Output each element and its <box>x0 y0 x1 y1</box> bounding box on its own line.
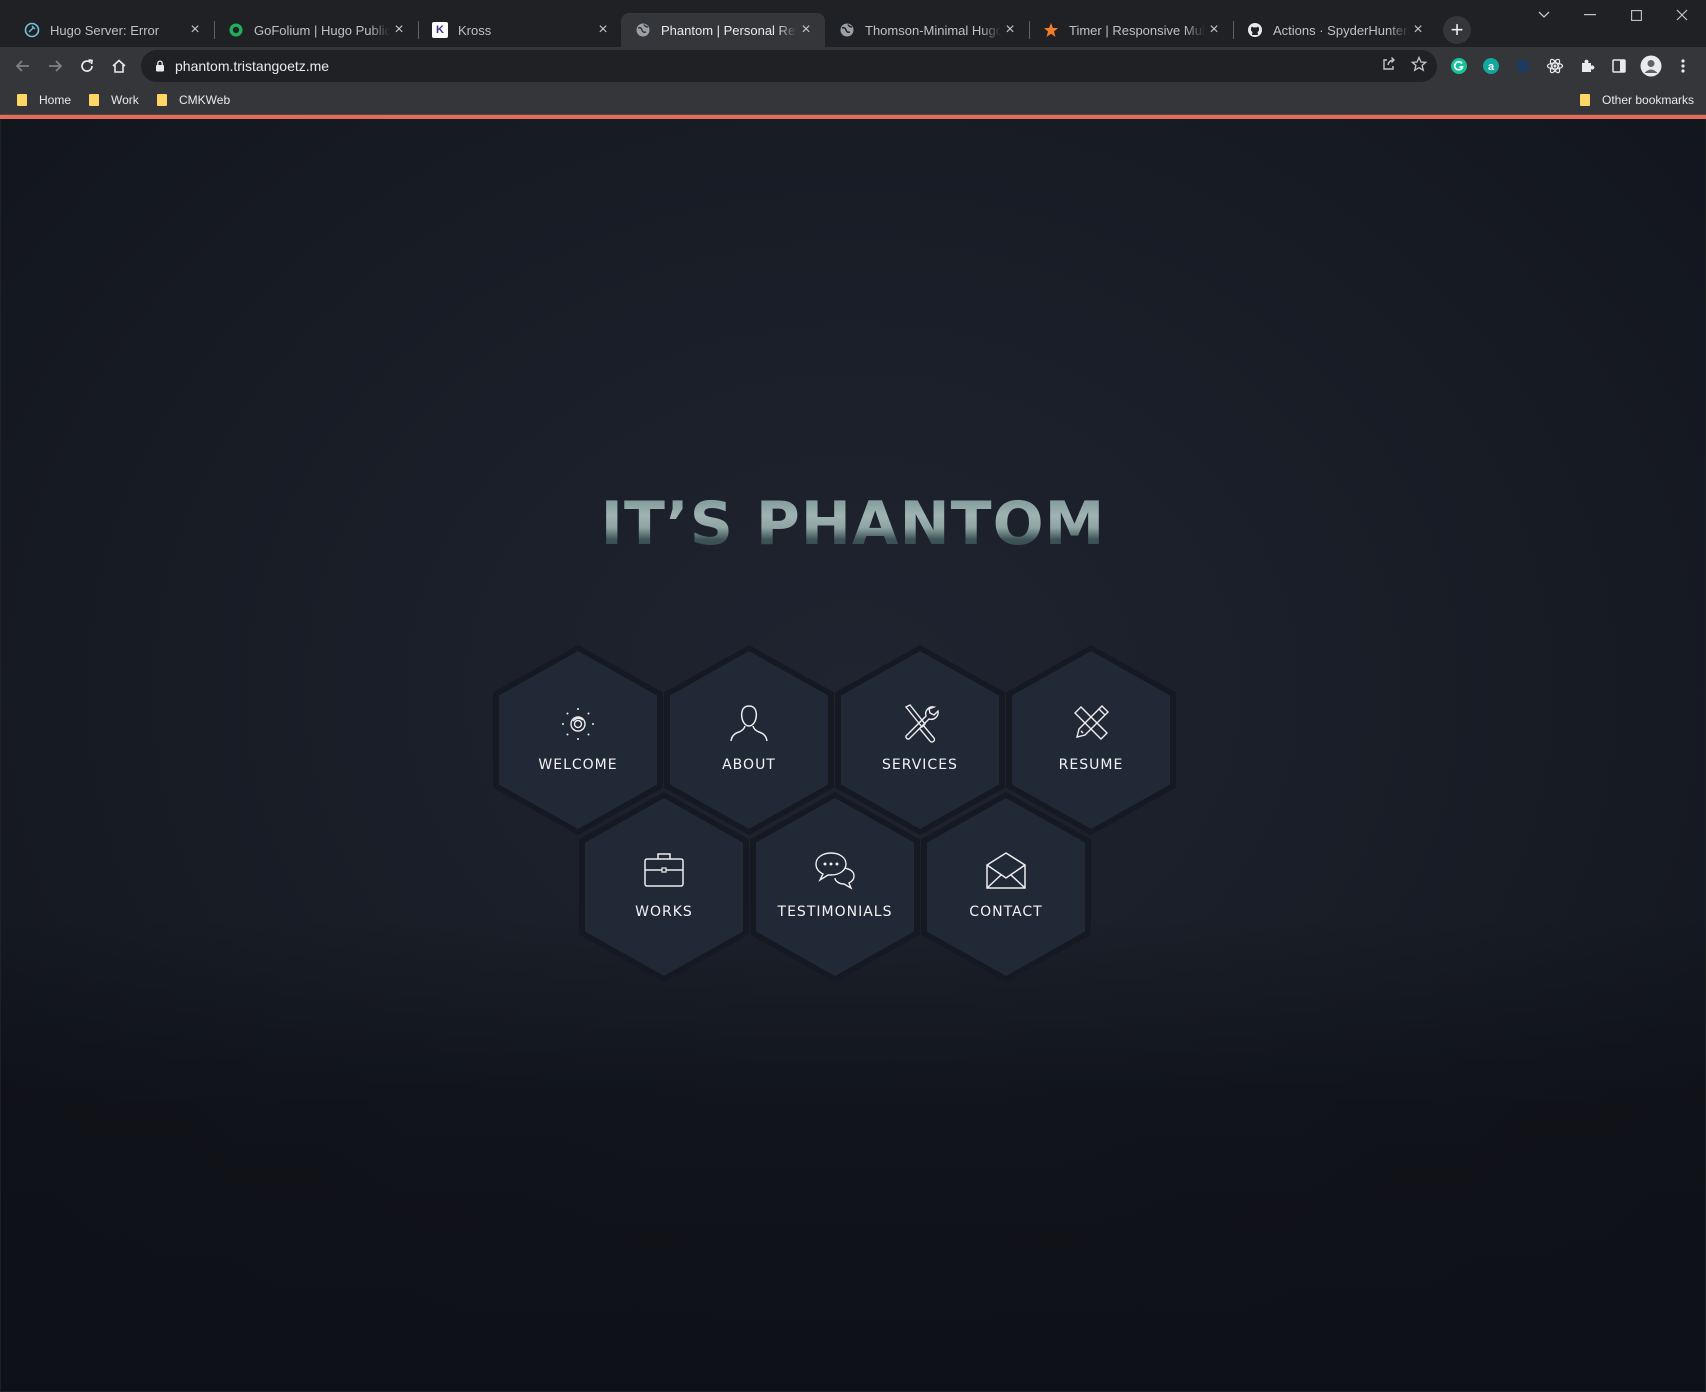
close-icon[interactable]: × <box>390 21 408 39</box>
nav-welcome[interactable]: WELCOME <box>493 645 663 835</box>
folder-icon <box>17 93 29 107</box>
bookmark-label: Work <box>111 93 139 107</box>
side-panel-icon[interactable] <box>1608 55 1630 77</box>
tab-hugo-server[interactable]: Hugo Server: Error × <box>10 13 214 47</box>
kross-k-icon: K <box>432 22 448 38</box>
amazon-assistant-icon[interactable]: a <box>1480 55 1502 77</box>
react-devtools-icon[interactable] <box>1544 55 1566 77</box>
folder-icon <box>157 93 169 107</box>
bookmark-label: CMKWeb <box>179 93 231 107</box>
url-text: phantom.tristangoetz.me <box>175 58 330 74</box>
folder-icon <box>89 93 101 107</box>
chat-bubbles-icon <box>815 852 855 890</box>
bookmarks-bar: Home Work CMKWeb Other bookmarks <box>0 85 1706 115</box>
grammarly-icon[interactable] <box>1448 55 1470 77</box>
extension-icon[interactable] <box>1512 55 1534 77</box>
svg-text:a: a <box>1488 61 1495 73</box>
forward-arrow-icon <box>49 60 63 72</box>
lock-icon <box>155 60 165 72</box>
chrome-menu-icon[interactable] <box>1672 55 1694 77</box>
tools-icon <box>904 704 939 743</box>
extensions-puzzle-icon[interactable] <box>1576 55 1598 77</box>
tab-github-actions[interactable]: Actions · SpyderHunter03/ × <box>1233 13 1437 47</box>
bookmark-home[interactable]: Home <box>17 91 71 109</box>
close-icon[interactable]: × <box>186 21 204 39</box>
nav-label: CONTACT <box>969 904 1043 920</box>
bookmark-cmkweb[interactable]: CMKWeb <box>157 91 230 109</box>
home-icon <box>112 59 126 73</box>
tab-title: Thomson-Minimal Hugo Portfolio <box>865 22 1001 38</box>
bookmark-label: Home <box>39 93 72 107</box>
nav-label: RESUME <box>1058 757 1124 773</box>
folder-icon <box>1580 93 1592 107</box>
reload-button[interactable] <box>72 51 102 81</box>
sun-eye-icon <box>562 708 594 740</box>
tab-title: GoFolium | Hugo Publication <box>254 22 390 38</box>
tab-search-icon[interactable] <box>1521 0 1567 30</box>
minimize-icon[interactable] <box>1567 0 1613 30</box>
globe-icon <box>839 22 855 38</box>
tab-strip: Hugo Server: Error × GoFolium | Hugo Pub… <box>0 0 1706 47</box>
share-icon[interactable] <box>1381 56 1397 77</box>
star-icon <box>1043 22 1059 38</box>
briefcase-icon <box>644 853 684 887</box>
close-window-icon[interactable] <box>1659 0 1705 30</box>
back-arrow-icon <box>15 60 29 72</box>
forward-button[interactable] <box>40 51 70 81</box>
envelope-icon <box>986 852 1026 889</box>
green-circle-icon <box>228 22 244 38</box>
tab-title: Hugo Server: Error <box>50 22 160 38</box>
hexagon-nav: WELCOME ABOUT SERVICES RESUME WORKS TEST… <box>1 119 1705 1391</box>
pencil-ruler-icon <box>1074 705 1109 740</box>
close-icon[interactable]: × <box>594 21 612 39</box>
close-icon[interactable]: × <box>797 21 815 39</box>
nav-label: TESTIMONIALS <box>777 904 893 920</box>
nav-label: WELCOME <box>538 757 618 773</box>
nav-label: ABOUT <box>722 757 776 773</box>
bookmark-star-icon[interactable] <box>1410 55 1428 77</box>
globe-icon <box>635 22 651 38</box>
tab-kross[interactable]: K Kross × <box>418 13 622 47</box>
bookmark-work[interactable]: Work <box>89 91 139 109</box>
tab-title: Kross <box>458 22 492 38</box>
nav-label: SERVICES <box>882 757 958 773</box>
page-content: IT’S PHANTOM WELCOME ABOUT SERVICES RESU… <box>1 119 1705 1391</box>
tab-phantom[interactable]: Phantom | Personal Resume × <box>621 13 825 47</box>
browser-toolbar: phantom.tristangoetz.me a <box>0 47 1706 85</box>
address-bar[interactable]: phantom.tristangoetz.me <box>141 50 1437 82</box>
close-icon[interactable]: × <box>1409 21 1427 39</box>
tab-thomson[interactable]: Thomson-Minimal Hugo Portfolio × <box>825 13 1029 47</box>
profile-avatar-icon[interactable] <box>1640 55 1662 77</box>
reload-icon <box>81 59 93 72</box>
nav-label: WORKS <box>635 904 693 920</box>
tab-gofolium[interactable]: GoFolium | Hugo Publication × <box>214 13 418 47</box>
github-icon <box>1247 22 1263 38</box>
other-bookmarks[interactable]: Other bookmarks <box>1580 91 1694 109</box>
hugo-logo-icon <box>24 22 40 38</box>
tab-title: Timer | Responsive Multipurpose <box>1069 22 1205 38</box>
user-icon <box>730 705 768 742</box>
other-bookmarks-label: Other bookmarks <box>1602 93 1695 107</box>
new-tab-button[interactable]: + <box>1443 16 1471 44</box>
back-button[interactable] <box>8 51 38 81</box>
tab-title: Phantom | Personal Resume <box>661 22 797 38</box>
home-button[interactable] <box>104 51 134 81</box>
tab-title: Actions · SpyderHunter03/ <box>1273 22 1409 38</box>
maximize-icon[interactable] <box>1613 0 1659 30</box>
close-icon[interactable]: × <box>1205 21 1223 39</box>
tab-timer[interactable]: Timer | Responsive Multipurpose × <box>1029 13 1233 47</box>
close-icon[interactable]: × <box>1001 21 1019 39</box>
